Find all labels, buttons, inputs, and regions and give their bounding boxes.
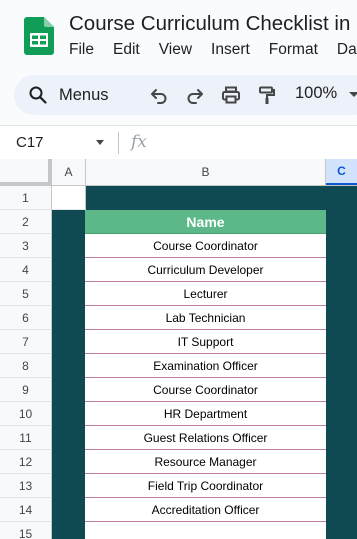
row-header[interactable]: 1	[0, 186, 52, 210]
document-title[interactable]: Course Curriculum Checklist in Google Sh…	[69, 12, 357, 36]
print-icon	[222, 86, 240, 104]
column-header-row: A B C	[0, 159, 357, 186]
row-header[interactable]: 8	[0, 354, 52, 378]
row-header[interactable]: 12	[0, 450, 52, 474]
menu-bar: File Edit View Insert Format Data	[69, 41, 357, 59]
search-icon	[29, 86, 47, 104]
print-button[interactable]	[220, 83, 242, 107]
menu-view[interactable]: View	[159, 41, 192, 59]
menus-search-label: Menus	[59, 85, 109, 104]
row-header[interactable]: 11	[0, 426, 52, 450]
row-header[interactable]: 3	[0, 234, 52, 258]
row-header[interactable]: 10	[0, 402, 52, 426]
column-header-a[interactable]: A	[52, 159, 86, 185]
name-box[interactable]: C17	[16, 134, 44, 151]
formula-bar: C17 fx	[0, 125, 357, 159]
menu-format[interactable]: Format	[269, 41, 318, 59]
row-header[interactable]: 13	[0, 474, 52, 498]
row-header[interactable]: 4	[0, 258, 52, 282]
row-header[interactable]: 15	[0, 522, 52, 539]
title-bar: Course Curriculum Checklist in Google Sh…	[0, 0, 357, 68]
cell-a1[interactable]	[52, 186, 86, 210]
paint-format-icon	[259, 86, 275, 104]
fx-icon: fx	[131, 132, 147, 152]
table-row[interactable]: Guest Relations Officer	[85, 426, 326, 450]
table-row[interactable]: Examination Officer	[85, 354, 326, 378]
name-box-chevron-down-icon[interactable]	[96, 140, 104, 145]
formula-bar-divider	[118, 132, 119, 154]
row-header[interactable]: 6	[0, 306, 52, 330]
row-header[interactable]: 5	[0, 282, 52, 306]
table-row[interactable]: HR Department	[85, 402, 326, 426]
toolbar: Menus 100%	[14, 75, 357, 115]
table-row[interactable]: Resource Manager	[85, 450, 326, 474]
row-header[interactable]: 14	[0, 498, 52, 522]
table-row[interactable]: Lecturer	[85, 282, 326, 306]
undo-icon	[151, 89, 167, 104]
table-row[interactable]: Curriculum Developer	[85, 258, 326, 282]
redo-button[interactable]	[184, 83, 206, 107]
redo-icon	[187, 89, 203, 104]
zoom-chevron-down-icon[interactable]	[349, 92, 357, 97]
google-sheets-logo-icon[interactable]	[24, 17, 54, 55]
table-row[interactable]: IT Support	[85, 330, 326, 354]
undo-button[interactable]	[148, 83, 170, 107]
menu-file[interactable]: File	[69, 41, 94, 59]
table-row[interactable]: Course Coordinator	[85, 234, 326, 258]
column-header-b[interactable]: B	[86, 159, 326, 185]
row-header[interactable]: 7	[0, 330, 52, 354]
menu-data[interactable]: Data	[337, 41, 357, 59]
menu-edit[interactable]: Edit	[113, 41, 140, 59]
table-header-name[interactable]: Name	[85, 210, 326, 234]
spreadsheet-grid[interactable]: A B C 1 2 3 4 5 6 7 8 9 10 11 12 13 14 1…	[0, 159, 357, 539]
paint-format-button[interactable]	[256, 83, 278, 107]
table-row[interactable]: Field Trip Coordinator	[85, 474, 326, 498]
menus-search-button[interactable]: Menus	[28, 81, 141, 109]
select-all-corner[interactable]	[0, 159, 52, 186]
column-header-c[interactable]: C	[326, 159, 357, 185]
row-header[interactable]: 9	[0, 378, 52, 402]
table-row[interactable]: Course Coordinator	[85, 378, 326, 402]
table-row[interactable]: Lab Technician	[85, 306, 326, 330]
zoom-level[interactable]: 100%	[295, 84, 337, 103]
table-row[interactable]: Accreditation Officer	[85, 498, 326, 522]
menu-insert[interactable]: Insert	[211, 41, 250, 59]
table-row[interactable]	[85, 522, 326, 539]
row-header[interactable]: 2	[0, 210, 52, 234]
